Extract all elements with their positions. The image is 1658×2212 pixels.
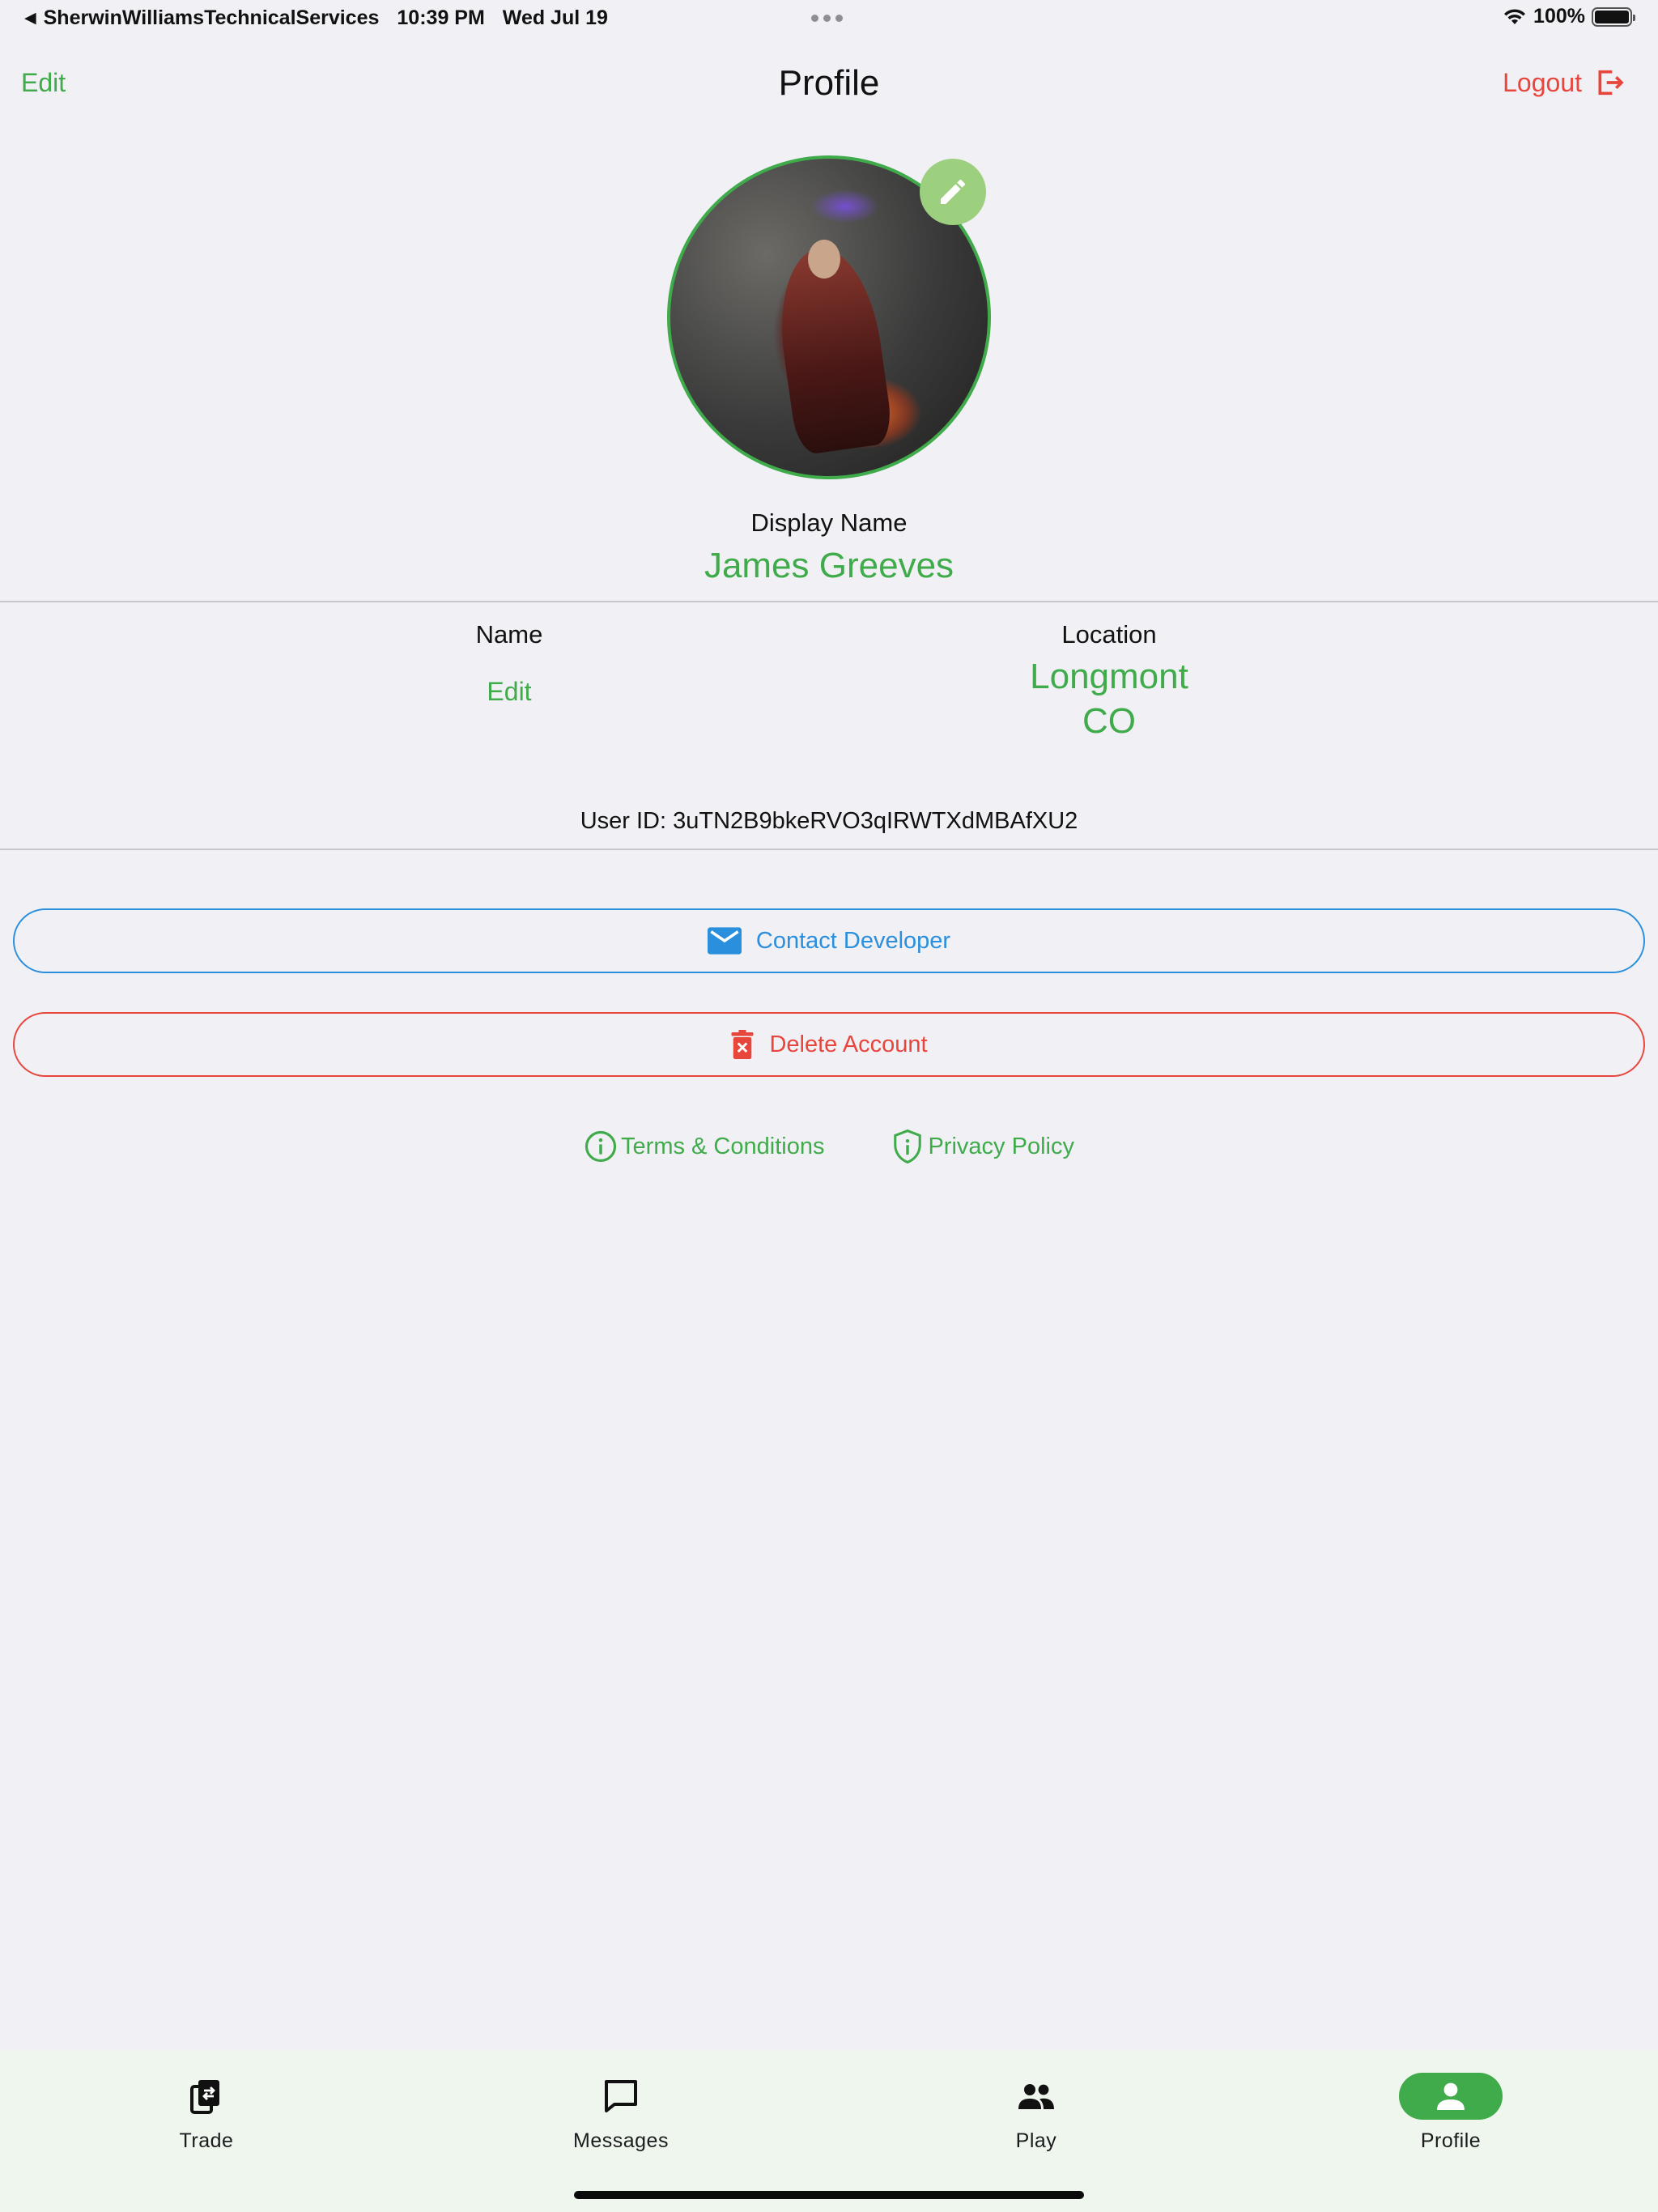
delete-account-button[interactable]: Delete Account <box>13 1012 1645 1077</box>
info-circle-icon <box>585 1130 617 1163</box>
avatar-container <box>667 155 991 479</box>
battery-percent: 100% <box>1533 5 1585 28</box>
status-bar-left[interactable]: ◀ SherwinWilliamsTechnicalServices 10:39… <box>24 6 608 30</box>
privacy-label: Privacy Policy <box>928 1133 1074 1159</box>
terms-link[interactable]: Terms & Conditions <box>584 1129 824 1164</box>
status-bar-right: 100% <box>1503 5 1635 28</box>
pencil-icon <box>941 179 966 204</box>
tab-profile-active-pill <box>1399 2073 1503 2120</box>
divider-bottom <box>0 849 1658 850</box>
trash-icon <box>731 1030 754 1059</box>
profile-screen: ◀ SherwinWilliamsTechnicalServices 10:39… <box>0 0 1658 2212</box>
back-to-app-label[interactable]: SherwinWilliamsTechnicalServices <box>44 6 380 30</box>
edit-avatar-button[interactable] <box>920 159 986 225</box>
home-indicator[interactable] <box>574 2191 1084 2199</box>
location-label: Location <box>1061 620 1157 649</box>
tab-profile[interactable]: Profile <box>1346 2073 1556 2153</box>
logout-label: Logout <box>1503 67 1582 97</box>
battery-icon <box>1592 6 1635 27</box>
status-bar: ◀ SherwinWilliamsTechnicalServices 10:39… <box>0 0 1658 39</box>
tab-play[interactable]: Play <box>931 2073 1141 2153</box>
name-edit-button[interactable]: Edit <box>307 677 712 707</box>
tab-play-label: Play <box>1015 2129 1057 2152</box>
tab-trade[interactable]: Trade <box>101 2073 312 2153</box>
tab-messages[interactable]: Messages <box>516 2073 726 2153</box>
privacy-link[interactable]: Privacy Policy <box>891 1129 1074 1164</box>
location-state: CO <box>1082 701 1136 741</box>
legal-links: Terms & Conditions Privacy Policy <box>0 1129 1658 1164</box>
chat-bubble-icon <box>605 2080 637 2112</box>
delete-account-label: Delete Account <box>769 1031 928 1057</box>
contact-developer-label: Contact Developer <box>755 927 951 954</box>
name-label: Name <box>475 620 543 649</box>
location-city: Longmont <box>1030 657 1188 696</box>
battery-level <box>1595 10 1629 23</box>
shield-info-icon <box>894 1129 922 1164</box>
tab-trade-label: Trade <box>179 2129 234 2152</box>
mail-icon <box>707 927 742 955</box>
status-time: 10:39 PM <box>397 6 485 29</box>
person-icon <box>1437 2082 1465 2110</box>
user-id: User ID: 3uTN2B9bkeRVO3qIRWTXdMBAfXU2 <box>580 808 1078 834</box>
status-date: Wed Jul 19 <box>502 6 608 29</box>
logout-button[interactable]: Logout <box>1503 66 1626 99</box>
page-title: Profile <box>778 63 880 103</box>
contact-developer-button[interactable]: Contact Developer <box>13 908 1645 973</box>
divider-top <box>0 601 1658 602</box>
logout-icon <box>1598 70 1624 96</box>
display-name-value[interactable]: James Greeves <box>0 546 1658 586</box>
location-value[interactable]: Longmont CO <box>907 654 1312 743</box>
wifi-icon <box>1504 8 1526 24</box>
tab-bar: Trade Messages Play Profile <box>0 2050 1658 2212</box>
display-name-label: Display Name <box>750 508 908 537</box>
back-to-app-icon[interactable]: ◀ <box>24 9 36 28</box>
cards-icon <box>190 2080 219 2114</box>
multitasking-dots-icon[interactable] <box>811 15 843 22</box>
terms-label: Terms & Conditions <box>621 1133 825 1159</box>
people-icon <box>1018 2084 1054 2109</box>
tab-messages-label: Messages <box>573 2129 669 2152</box>
tab-profile-label: Profile <box>1420 2129 1482 2152</box>
